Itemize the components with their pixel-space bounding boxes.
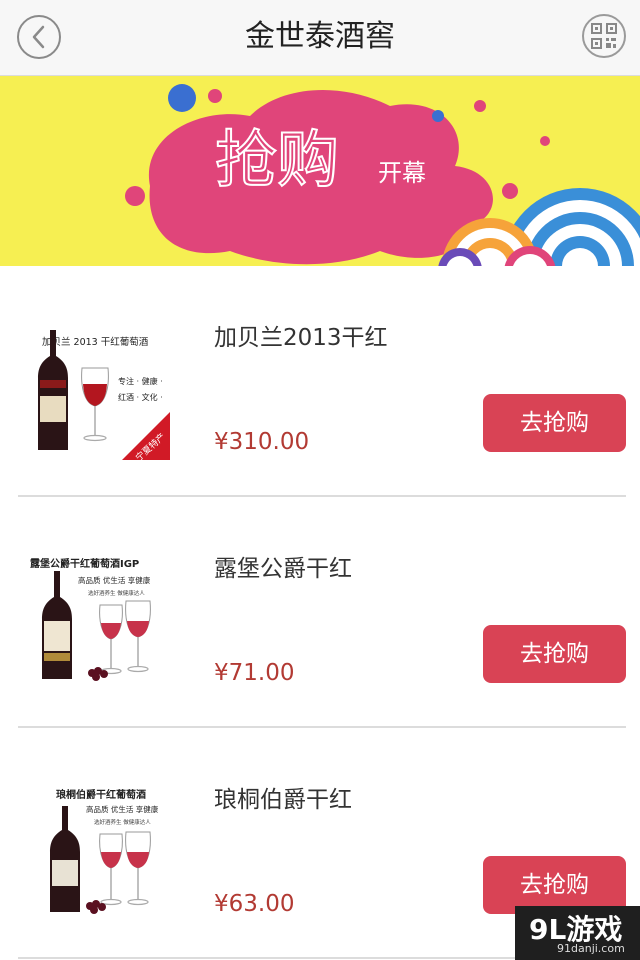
page-title: 金世泰酒窖 <box>245 19 395 54</box>
thumb-title: 露堡公爵干红葡萄酒IGP <box>30 557 139 570</box>
thumb-line-1: 专注 · 健康 · <box>118 376 163 386</box>
splash-dot <box>208 89 222 103</box>
blue-dot <box>168 84 196 112</box>
qr-code-icon <box>591 23 617 49</box>
thumb-line-1: 高品质 优生活 享健康 <box>86 804 159 814</box>
thumb-title: 加贝兰 2013 干红葡萄酒 <box>42 336 149 348</box>
product-item[interactable]: 加贝兰 2013 干红葡萄酒 专注 · 健康 · 红酒 · 文化 · 宁夏特产 … <box>0 266 640 497</box>
product-name[interactable]: 琅桐伯爵干红 <box>214 780 352 814</box>
banner-headline: 抢购 <box>215 123 339 196</box>
product-price: ¥310.00 <box>214 429 310 455</box>
product-thumbnail[interactable]: 露堡公爵干红葡萄酒IGP 高品质 优生活 享健康 选好酒养生 做健康达人 <box>26 549 170 691</box>
watermark-url: 91danji.com <box>557 942 625 955</box>
product-list: 加贝兰 2013 干红葡萄酒 专注 · 健康 · 红酒 · 文化 · 宁夏特产 … <box>0 266 640 959</box>
thumb-title: 琅桐伯爵干红葡萄酒 <box>56 788 146 801</box>
top-nav-bar: 金世泰酒窖 <box>0 0 640 76</box>
thumb-line-2: 选好酒养生 做健康达人 <box>94 818 151 826</box>
promo-banner[interactable]: 抢购 开幕 <box>0 76 640 266</box>
site-watermark: 9L游戏 91danji.com <box>515 906 640 960</box>
product-item[interactable]: 露堡公爵干红葡萄酒IGP 高品质 优生活 享健康 选好酒养生 做健康达人 露堡公… <box>0 497 640 728</box>
splash-dot <box>125 186 145 206</box>
splash-dot <box>540 136 550 146</box>
product-name[interactable]: 露堡公爵干红 <box>214 549 352 583</box>
splash-dot <box>502 183 518 199</box>
product-price: ¥63.00 <box>214 891 295 917</box>
blue-dot-small <box>432 110 444 122</box>
thumb-line-2: 红酒 · 文化 · <box>118 392 163 402</box>
buy-now-button[interactable]: 去抢购 <box>483 625 626 683</box>
product-name[interactable]: 加贝兰2013干红 <box>214 318 388 352</box>
chevron-left-icon <box>32 25 45 49</box>
qr-code-button[interactable] <box>582 14 626 58</box>
back-button[interactable] <box>17 15 61 59</box>
banner-subtitle: 开幕 <box>378 159 426 187</box>
buy-now-button[interactable]: 去抢购 <box>483 394 626 452</box>
product-price: ¥71.00 <box>214 660 295 686</box>
splash-dot <box>474 100 486 112</box>
thumb-line-1: 高品质 优生活 享健康 <box>78 575 151 585</box>
product-thumbnail[interactable]: 琅桐伯爵干红葡萄酒 高品质 优生活 享健康 选好酒养生 做健康达人 <box>26 780 170 922</box>
product-thumbnail[interactable]: 加贝兰 2013 干红葡萄酒 专注 · 健康 · 红酒 · 文化 · 宁夏特产 <box>26 318 170 460</box>
thumb-line-2: 选好酒养生 做健康达人 <box>88 589 145 597</box>
